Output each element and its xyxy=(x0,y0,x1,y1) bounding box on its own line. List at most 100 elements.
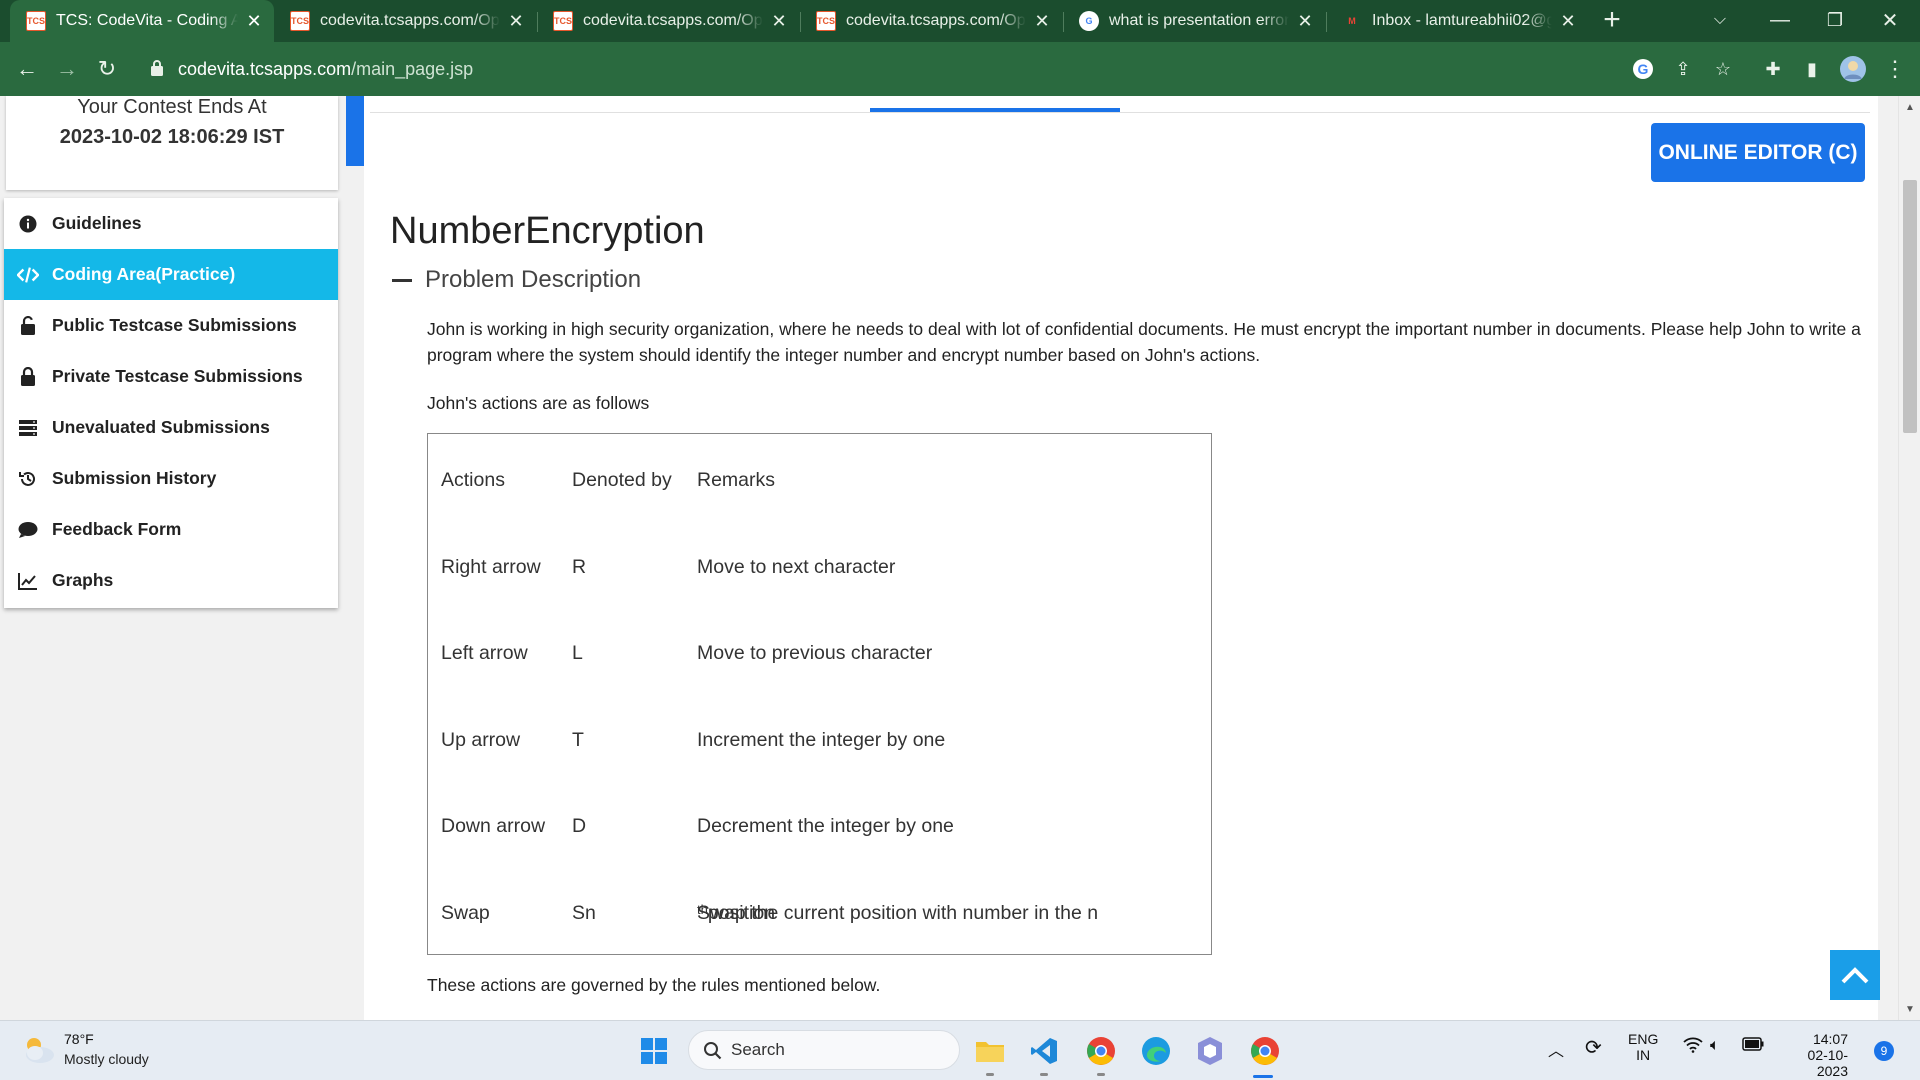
file-explorer-icon[interactable] xyxy=(972,1033,1008,1069)
sidebar-item-guidelines[interactable]: Guidelines xyxy=(4,198,338,249)
notification-badge[interactable]: 9 xyxy=(1874,1041,1894,1061)
sidebar-item-label: Private Testcase Submissions xyxy=(52,366,303,386)
browser-tab-editor-1[interactable]: TCS codevita.tcsapps.com/OpenCodeEditor … xyxy=(274,0,536,42)
weather-cloud-icon[interactable] xyxy=(20,1033,56,1070)
close-icon[interactable]: ✕ xyxy=(244,11,264,32)
svg-text:G: G xyxy=(1638,61,1649,77)
clock[interactable]: 14:07 02-10-2023 xyxy=(1778,1031,1848,1079)
scrollbar-thumb[interactable] xyxy=(1903,180,1917,433)
table-cell: Sn xyxy=(572,902,596,924)
tab-search-chevron-icon[interactable]: ⌵ xyxy=(1690,0,1750,40)
collapse-minus-icon[interactable] xyxy=(392,278,412,282)
wifi-icon[interactable] xyxy=(1683,1037,1703,1058)
region-code: IN xyxy=(1636,1047,1651,1063)
scroll-up-arrow-icon[interactable]: ▲ xyxy=(1899,96,1920,118)
chrome-profile-icon[interactable] xyxy=(1083,1033,1119,1069)
browser-tab-codevita-coding-area[interactable]: TCS TCS: CodeVita - Coding Area ✕ xyxy=(10,0,274,42)
sidebar-item-public-testcase-submissions[interactable]: Public Testcase Submissions xyxy=(4,300,338,351)
online-editor-button[interactable]: ONLINE EDITOR (C) xyxy=(1651,123,1865,182)
browser-tab-google-search[interactable]: G what is presentation error in codevita… xyxy=(1063,0,1325,42)
history-icon xyxy=(17,468,39,490)
chrome-menu-icon[interactable]: ⋮ xyxy=(1880,54,1910,84)
weather-temperature[interactable]: 78°F xyxy=(64,1031,94,1047)
problem-paragraph: These actions are governed by the rules … xyxy=(427,975,881,995)
google-lens-icon[interactable]: G xyxy=(1628,54,1658,84)
bookmark-star-icon[interactable]: ☆ xyxy=(1708,54,1738,84)
table-cell: Swap xyxy=(441,902,490,924)
sidebar-item-coding-area[interactable]: Coding Area(Practice) xyxy=(4,249,338,300)
profile-avatar[interactable] xyxy=(1838,54,1868,84)
sidebar-item-label: Unevaluated Submissions xyxy=(52,417,270,437)
search-icon xyxy=(703,1041,723,1066)
window-close-button[interactable]: ✕ xyxy=(1860,0,1920,40)
back-button[interactable]: ← xyxy=(10,52,44,86)
clock-time: 14:07 xyxy=(1812,1031,1848,1047)
show-hidden-icons-chevron-icon[interactable]: ︿ xyxy=(1548,1037,1564,1061)
volume-icon[interactable]: 🔈︎ xyxy=(1710,1037,1720,1055)
close-icon[interactable]: ✕ xyxy=(1558,11,1578,32)
reload-button[interactable]: ↻ xyxy=(90,52,124,86)
sidebar-item-label: Submission History xyxy=(52,468,217,488)
taskbar-search[interactable]: Search xyxy=(688,1030,960,1070)
address-bar[interactable]: codevita.tcsapps.com/main_page.jsp xyxy=(138,47,1668,91)
browser-tab-editor-2[interactable]: TCS codevita.tcsapps.com/OpenCodeEditor … xyxy=(537,0,799,42)
battery-icon[interactable] xyxy=(1742,1037,1764,1054)
table-row: Down arrow D Decrement the integer by on… xyxy=(428,815,1211,845)
scroll-to-top-button[interactable] xyxy=(1830,950,1880,1000)
contest-end-time: 2023-10-02 18:06:29 IST xyxy=(59,126,285,148)
sidebar-item-unevaluated-submissions[interactable]: Unevaluated Submissions xyxy=(4,402,338,453)
table-header-cell: Denoted by xyxy=(572,469,672,491)
table-header-cell: Actions xyxy=(441,469,505,491)
tcs-icon: TCS xyxy=(26,11,46,31)
close-icon[interactable]: ✕ xyxy=(769,11,789,32)
problem-description-toggle[interactable]: Problem Description xyxy=(392,266,641,294)
close-icon[interactable]: ✕ xyxy=(1032,11,1052,32)
chevron-up-icon xyxy=(1841,967,1869,984)
lock-icon[interactable] xyxy=(150,59,164,77)
page-scrollbar[interactable]: ▲ ▼ xyxy=(1898,96,1920,1020)
web-page: Your Contest Ends At 2023-10-02 18:06:29… xyxy=(0,96,1920,1020)
extensions-icon[interactable]: ✚ xyxy=(1758,54,1788,84)
scroll-down-arrow-icon[interactable]: ▼ xyxy=(1899,998,1920,1020)
share-icon[interactable]: ⇪ xyxy=(1668,54,1698,84)
table-cell: Move to next character xyxy=(697,556,896,578)
weather-description[interactable]: Mostly cloudy xyxy=(64,1051,149,1067)
edge-icon[interactable] xyxy=(1138,1033,1174,1069)
language-indicator[interactable]: ENG IN xyxy=(1628,1031,1658,1063)
line-chart-icon xyxy=(17,570,39,592)
section-heading: Problem Description xyxy=(425,266,642,293)
forward-button[interactable]: → xyxy=(50,52,84,86)
google-icon: G xyxy=(1079,11,1099,31)
restore-button[interactable]: ❐ xyxy=(1805,0,1865,40)
contest-timer-card: Your Contest Ends At 2023-10-02 18:06:29… xyxy=(6,96,338,190)
minimize-button[interactable]: — xyxy=(1750,0,1810,40)
close-icon[interactable]: ✕ xyxy=(506,11,526,32)
vscode-icon[interactable] xyxy=(1026,1033,1062,1069)
table-cell: R xyxy=(572,556,587,578)
table-cell: Up arrow xyxy=(441,729,521,751)
browser-tab-editor-3[interactable]: TCS codevita.tcsapps.com/OpenCodeEditor … xyxy=(800,0,1062,42)
sidebar-item-feedback-form[interactable]: Feedback Form xyxy=(4,504,338,555)
table-cell: L xyxy=(572,642,583,664)
comment-icon xyxy=(17,519,39,541)
sync-icon[interactable]: ⟳ xyxy=(1585,1035,1602,1060)
table-row: Up arrow T Increment the integer by one xyxy=(428,729,1211,759)
side-panel-icon[interactable]: ▮ xyxy=(1797,54,1827,84)
close-icon[interactable]: ✕ xyxy=(1295,11,1315,32)
remark-text: position xyxy=(707,902,776,924)
table-row: Left arrow L Move to previous character xyxy=(428,642,1211,672)
browser-tab-gmail[interactable]: M Inbox - lamtureabhii02@gmail.com ✕ xyxy=(1326,0,1588,42)
new-tab-button[interactable]: + xyxy=(1582,0,1642,40)
chrome-icon[interactable] xyxy=(1247,1033,1283,1069)
info-icon xyxy=(17,213,39,235)
table-row: Right arrow R Move to next character xyxy=(428,556,1211,586)
table-cell: D xyxy=(572,815,587,837)
table-cell: Decrement the integer by one xyxy=(697,815,954,837)
sidebar-item-label: Public Testcase Submissions xyxy=(52,315,297,335)
windows-start-icon[interactable] xyxy=(636,1033,672,1069)
sidebar-item-graphs[interactable]: Graphs xyxy=(4,555,338,606)
sidebar-item-submission-history[interactable]: Submission History xyxy=(4,453,338,504)
security-app-icon[interactable] xyxy=(1192,1033,1228,1069)
table-cell: Right arrow xyxy=(441,556,541,578)
sidebar-item-private-testcase-submissions[interactable]: Private Testcase Submissions xyxy=(4,351,338,402)
